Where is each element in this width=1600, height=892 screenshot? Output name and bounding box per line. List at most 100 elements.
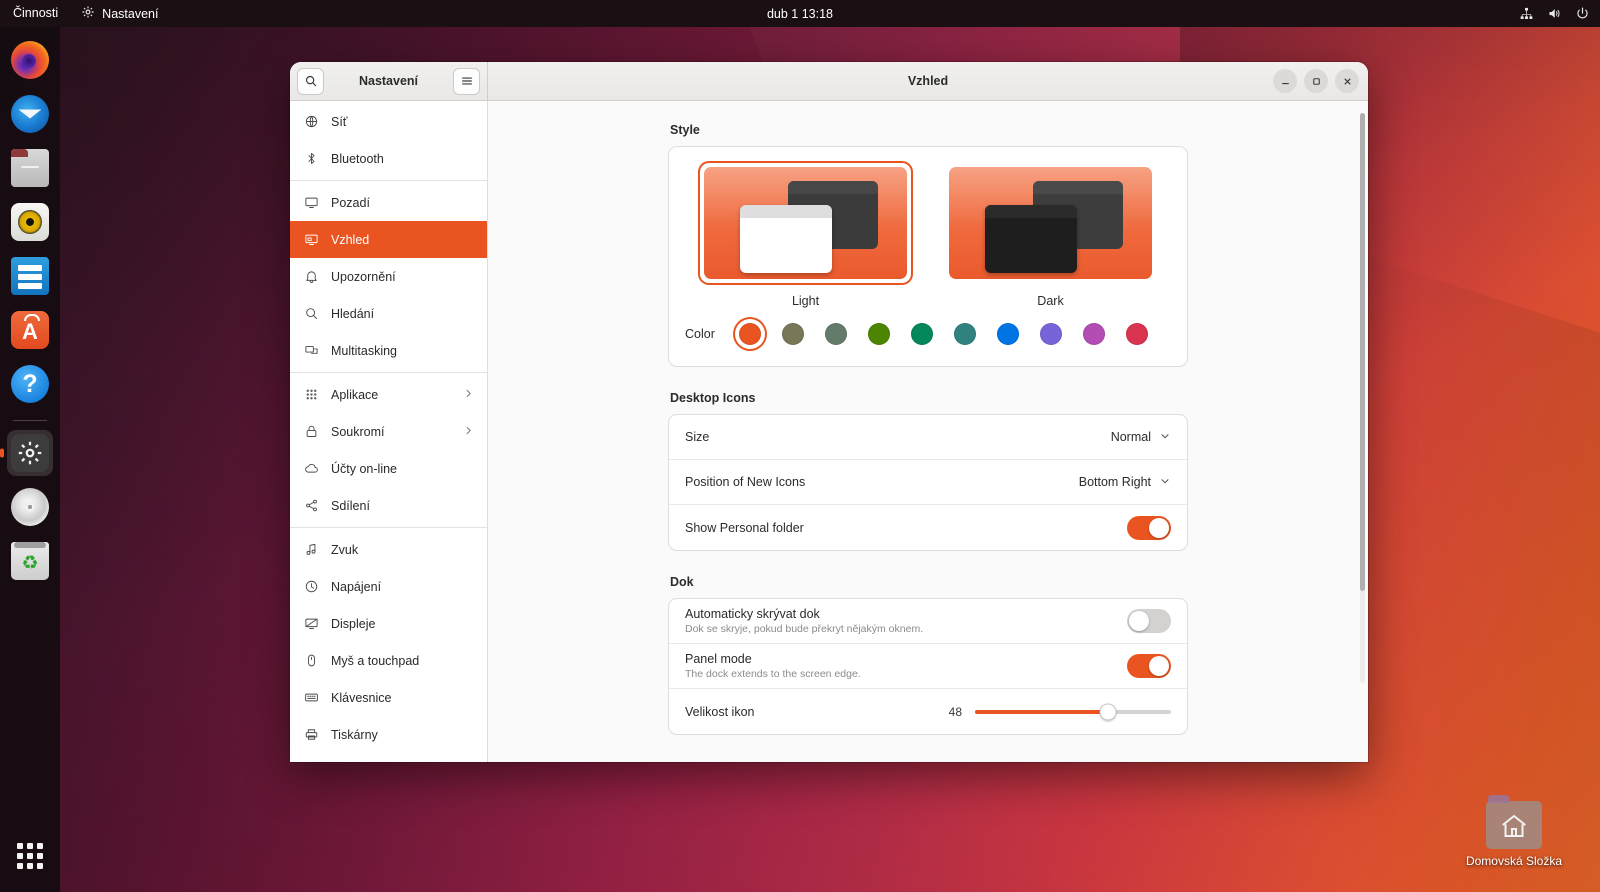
sidebar-item-label: Soukromí	[331, 424, 385, 439]
sidebar-item-label: Účty on-line	[331, 461, 397, 476]
dock-item-rhythmbox[interactable]	[7, 199, 53, 245]
chevron-down-icon	[1159, 475, 1171, 490]
row-label-size: Size	[685, 430, 710, 444]
dock-item-ubuntu-software[interactable]	[7, 307, 53, 353]
home-folder-icon	[1486, 794, 1542, 849]
style-option-light[interactable]: Light	[698, 161, 913, 308]
color-label: Color	[685, 327, 715, 341]
system-indicators[interactable]	[1519, 6, 1590, 21]
section-style: Style Light Dark Color	[668, 123, 1188, 367]
sidebar-item-hled-n[interactable]: Hledání	[290, 295, 487, 332]
window-title-area: Vzhled	[488, 62, 1368, 100]
sidebar-item-label: Multitasking	[331, 343, 397, 358]
dock-item-thunderbird[interactable]	[7, 91, 53, 137]
dropdown-size[interactable]: Normal	[1111, 430, 1171, 445]
swatch-fill	[781, 323, 804, 345]
sidebar-item-displeje[interactable]: Displeje	[290, 605, 487, 642]
sidebar-item-bluetooth[interactable]: Bluetooth	[290, 140, 487, 177]
multitasking-icon	[303, 343, 319, 358]
accent-swatch-sage[interactable]	[821, 319, 851, 349]
sidebar-item-upozorn-n[interactable]: Upozornění	[290, 258, 487, 295]
accent-swatch-red[interactable]	[1122, 319, 1152, 349]
dock-item-firefox[interactable]	[7, 37, 53, 83]
dock-item-disc[interactable]	[7, 484, 53, 530]
section-desktop-icons: Desktop Icons Size Normal Position of Ne…	[668, 391, 1188, 551]
desktop-icon-home-folder[interactable]: Domovská Složka	[1455, 794, 1573, 868]
sidebar-item-nap-jen[interactable]: Napájení	[290, 568, 487, 605]
settings-sidebar[interactable]: Síť Bluetooth Pozadí Vzhled Upozornění Hledán…	[290, 101, 488, 762]
accent-swatch-orange[interactable]	[735, 319, 765, 349]
sidebar-item-kl-vesnice[interactable]: Klávesnice	[290, 679, 487, 716]
dropdown-position[interactable]: Bottom Right	[1079, 475, 1171, 490]
sidebar-item-zvuk[interactable]: Zvuk	[290, 531, 487, 568]
accent-color-swatches[interactable]	[735, 319, 1152, 349]
activities-button[interactable]: Činnosti	[0, 0, 71, 27]
scrollbar-thumb[interactable]	[1360, 113, 1365, 591]
dock-item-files[interactable]	[7, 145, 53, 191]
sidebar-item-v-m-nn-m-dia[interactable]: Výměnná média	[290, 753, 487, 762]
icon-size-slider-group[interactable]: 48	[944, 703, 1171, 720]
accent-color-row: Color	[669, 308, 1187, 353]
toggle-panel-mode[interactable]	[1127, 654, 1171, 678]
volume-icon	[1547, 6, 1562, 21]
sidebar-item-sd-len[interactable]: Sdílení	[290, 487, 487, 524]
dock-item-help[interactable]	[7, 361, 53, 407]
style-card: Light Dark Color	[668, 146, 1188, 367]
row-icon-size[interactable]: Velikost ikon 48	[669, 689, 1187, 734]
row-label-icon-size: Velikost ikon	[685, 704, 755, 719]
content-scrollbar[interactable]	[1360, 113, 1365, 683]
sidebar-header: Nastavení	[290, 62, 488, 100]
lock-icon	[303, 424, 319, 439]
sidebar-item-vzhled[interactable]: Vzhled	[290, 221, 487, 258]
sidebar-item-label: Displeje	[331, 616, 376, 631]
row-panel-mode[interactable]: Panel mode The dock extends to the scree…	[669, 644, 1187, 689]
close-button[interactable]	[1335, 69, 1359, 93]
row-sublabel-panel-mode: The dock extends to the screen edge.	[685, 668, 861, 680]
accent-swatch-magenta[interactable]	[1079, 319, 1109, 349]
accent-swatch-purple[interactable]	[1036, 319, 1066, 349]
settings-window: Nastavení Vzhled Síť Bluetooth Pozadí Vz…	[290, 62, 1368, 762]
accent-swatch-prussian-green[interactable]	[950, 319, 980, 349]
sidebar-item-soukrom[interactable]: Soukromí	[290, 413, 487, 450]
search-icon	[303, 306, 319, 321]
desktop-icons-card: Size Normal Position of New Icons Bottom…	[668, 414, 1188, 551]
section-title-style: Style	[670, 123, 700, 137]
window-titlebar: Nastavení Vzhled	[290, 62, 1368, 101]
background-icon	[303, 195, 319, 210]
dropdown-value-size: Normal	[1110, 430, 1151, 444]
keyboard-icon	[303, 690, 319, 705]
swatch-fill	[1125, 323, 1148, 345]
accent-swatch-olive[interactable]	[864, 319, 894, 349]
accent-swatch-blue[interactable]	[993, 319, 1023, 349]
sidebar-item-label: Klávesnice	[331, 690, 392, 705]
sidebar-item-s[interactable]: Síť	[290, 103, 487, 140]
style-option-dark[interactable]: Dark	[943, 161, 1158, 308]
show-applications-icon[interactable]	[7, 833, 53, 879]
sidebar-item-my-a-touchpad[interactable]: Myš a touchpad	[290, 642, 487, 679]
share-icon	[303, 498, 319, 513]
icon-size-slider[interactable]	[975, 703, 1171, 720]
maximize-button[interactable]	[1304, 69, 1328, 93]
sidebar-item-multitasking[interactable]: Multitasking	[290, 332, 487, 369]
sidebar-item-pozad[interactable]: Pozadí	[290, 184, 487, 221]
sidebar-item-ty-on-line[interactable]: Účty on-line	[290, 450, 487, 487]
row-show-personal-folder[interactable]: Show Personal folder	[669, 505, 1187, 550]
toggle-show-personal-folder[interactable]	[1127, 515, 1171, 540]
dock-item-libreoffice-writer[interactable]	[7, 253, 53, 299]
sidebar-item-tisk-rny[interactable]: Tiskárny	[290, 716, 487, 753]
row-auto-hide-dock[interactable]: Automaticky skrývat dok Dok se skryje, p…	[669, 599, 1187, 644]
clock[interactable]: dub 1 13:18	[767, 7, 833, 21]
dock-item-settings[interactable]	[7, 430, 53, 476]
row-size[interactable]: Size Normal	[669, 415, 1187, 460]
dock-item-trash[interactable]	[7, 538, 53, 584]
hamburger-menu-icon[interactable]	[453, 67, 480, 95]
minimize-button[interactable]	[1273, 69, 1297, 93]
row-position-of-new-icons[interactable]: Position of New Icons Bottom Right	[669, 460, 1187, 505]
search-button[interactable]	[297, 67, 324, 95]
toggle-auto-hide-dock[interactable]	[1127, 609, 1171, 633]
accent-swatch-bark[interactable]	[778, 319, 808, 349]
accent-swatch-viridian[interactable]	[907, 319, 937, 349]
app-menu-button[interactable]: Nastavení	[71, 5, 168, 22]
style-thumbnail-light	[704, 167, 907, 279]
sidebar-item-aplikace[interactable]: Aplikace	[290, 376, 487, 413]
